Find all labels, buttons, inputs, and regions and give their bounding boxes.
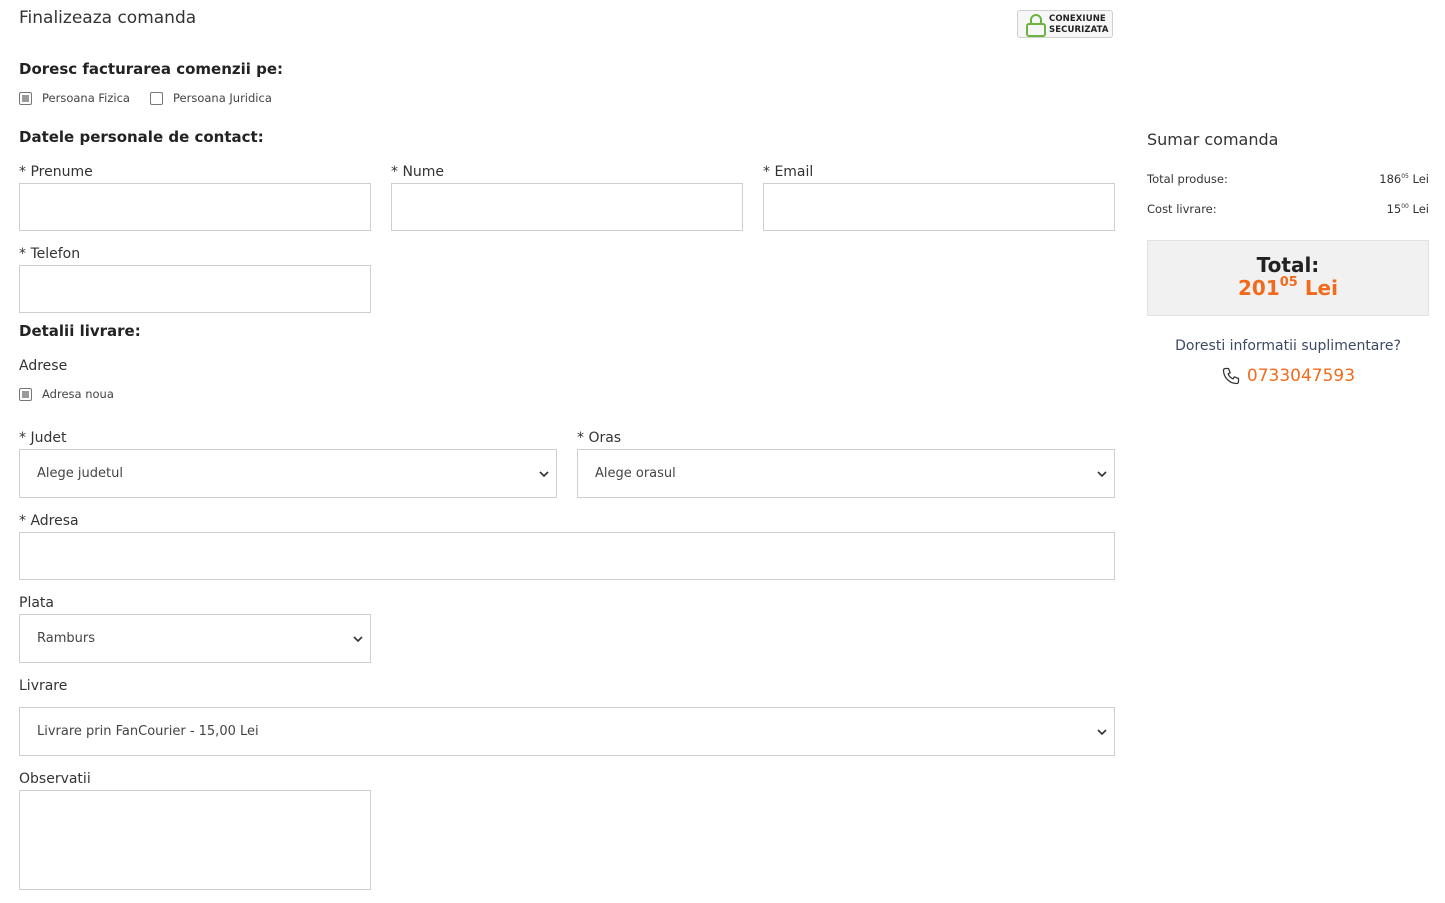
payment-select[interactable]: Ramburs: [19, 614, 371, 663]
new-address-option[interactable]: Adresa noua: [19, 387, 114, 401]
county-label: * Judet: [19, 430, 67, 446]
billing-heading: Doresc facturarea comenzii pe:: [19, 60, 284, 78]
checkbox-persoana-fizica[interactable]: [19, 91, 32, 105]
county-select[interactable]: Alege judetul: [19, 449, 557, 498]
county-select-value: Alege judetul: [37, 466, 123, 481]
address-label: * Adresa: [19, 513, 79, 529]
email-label: * Email: [763, 164, 814, 180]
city-label: * Oras: [577, 430, 622, 446]
shipping-select[interactable]: Livrare prin FanCourier - 15,00 Lei: [19, 707, 1115, 756]
billing-option-juridica[interactable]: Persoana Juridica: [150, 91, 272, 105]
products-total-label: Total produse:: [1147, 172, 1228, 186]
lock-icon: [1026, 14, 1046, 37]
firstname-label: * Prenume: [19, 164, 93, 180]
shipping-cost-value: 1500 Lei: [1386, 202, 1429, 216]
chevron-down-icon: [1097, 470, 1107, 477]
checkbox-new-address[interactable]: [19, 387, 32, 401]
secure-text-line1: CONEXIUNE: [1049, 14, 1106, 24]
lastname-label: * Nume: [391, 164, 445, 180]
shipping-label: Livrare: [19, 678, 68, 694]
shipping-cost-label: Cost livrare:: [1147, 202, 1217, 216]
city-select-value: Alege orasul: [595, 466, 676, 481]
checkbox-label: Adresa noua: [42, 387, 114, 401]
phone-input[interactable]: [19, 265, 371, 313]
chevron-down-icon: [353, 635, 363, 642]
payment-label: Plata: [19, 595, 54, 611]
city-select[interactable]: Alege orasul: [577, 449, 1115, 498]
firstname-input[interactable]: [19, 183, 371, 231]
notes-textarea[interactable]: [19, 790, 371, 890]
total-label: Total:: [1256, 253, 1320, 277]
summary-title: Sumar comanda: [1147, 130, 1279, 149]
payment-select-value: Ramburs: [37, 631, 95, 646]
phone-link[interactable]: 0733047593: [1147, 366, 1429, 386]
shipping-select-value: Livrare prin FanCourier - 15,00 Lei: [37, 724, 259, 739]
notes-label: Observatii: [19, 771, 91, 787]
checkbox-persoana-juridica[interactable]: [150, 91, 163, 105]
secure-text-line2: SECURIZATA: [1049, 25, 1109, 35]
products-total-value: 18605 Lei: [1379, 172, 1429, 186]
contact-heading: Datele personale de contact:: [19, 128, 264, 146]
page-title: Finalizeaza comanda: [19, 8, 197, 28]
billing-option-fizica[interactable]: Persoana Fizica: [19, 91, 130, 105]
delivery-heading: Detalii livrare:: [19, 322, 141, 340]
total-value: 20105 Lei: [1238, 275, 1338, 300]
chevron-down-icon: [539, 470, 549, 477]
email-input[interactable]: [763, 183, 1115, 231]
checkbox-label: Persoana Juridica: [173, 91, 272, 105]
order-total-box: Total: 20105 Lei: [1147, 240, 1429, 316]
checkbox-label: Persoana Fizica: [42, 91, 130, 105]
lastname-input[interactable]: [391, 183, 743, 231]
phone-icon: [1222, 367, 1240, 385]
address-input[interactable]: [19, 532, 1115, 580]
secure-connection-badge: CONEXIUNE SECURIZATA: [1017, 10, 1113, 38]
chevron-down-icon: [1097, 728, 1107, 735]
phone-number[interactable]: 0733047593: [1247, 366, 1355, 386]
info-text: Doresti informatii suplimentare?: [1175, 338, 1401, 354]
phone-label: * Telefon: [19, 246, 81, 262]
addresses-label: Adrese: [19, 358, 68, 374]
